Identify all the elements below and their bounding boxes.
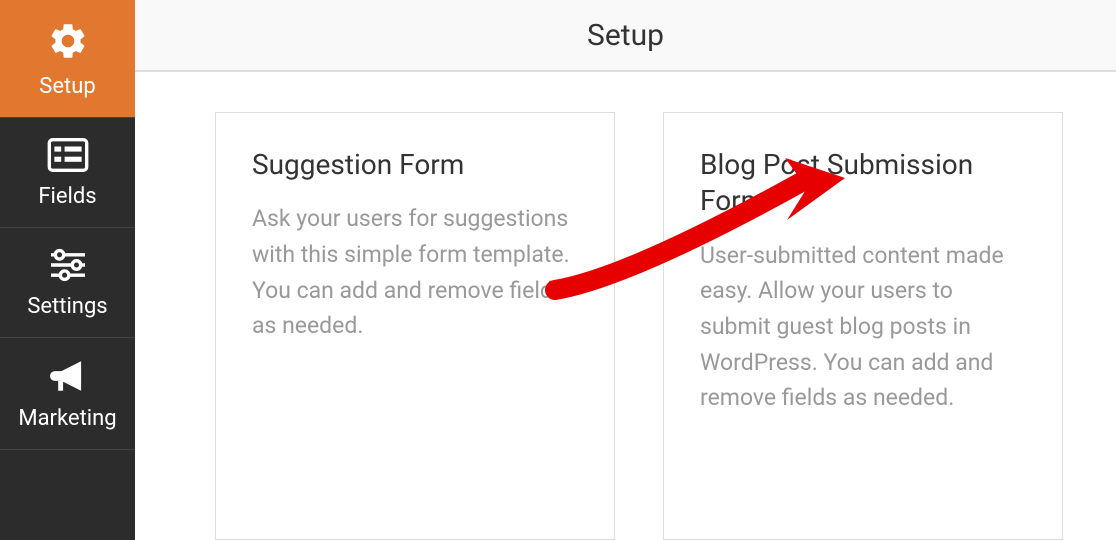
template-card-blog-post-submission-form[interactable]: Blog Post Submission Form User-submitted… bbox=[663, 112, 1063, 540]
sidebar-item-label: Fields bbox=[38, 184, 96, 209]
sidebar-item-fields[interactable]: Fields bbox=[0, 118, 135, 228]
app-root: Setup Fields Settings Marketing Setup bbox=[0, 0, 1116, 540]
sidebar: Setup Fields Settings Marketing bbox=[0, 0, 135, 540]
template-card-title: Blog Post Submission Form bbox=[700, 147, 1026, 220]
bullhorn-icon bbox=[47, 358, 89, 398]
main-area: Setup Suggestion Form Ask your users for… bbox=[135, 0, 1116, 540]
template-grid: Suggestion Form Ask your users for sugge… bbox=[135, 72, 1116, 540]
template-card-description: Ask your users for suggestions with this… bbox=[252, 201, 578, 344]
page-header: Setup bbox=[135, 0, 1116, 72]
sliders-icon bbox=[47, 248, 89, 286]
sidebar-item-label: Marketing bbox=[18, 406, 116, 431]
template-card-title: Suggestion Form bbox=[252, 147, 578, 183]
page-title: Setup bbox=[587, 18, 664, 53]
sidebar-item-settings[interactable]: Settings bbox=[0, 228, 135, 338]
template-card-suggestion-form[interactable]: Suggestion Form Ask your users for sugge… bbox=[215, 112, 615, 540]
template-card-description: User-submitted content made easy. Allow … bbox=[700, 238, 1026, 416]
sidebar-item-label: Settings bbox=[27, 294, 107, 319]
sidebar-item-setup[interactable]: Setup bbox=[0, 0, 135, 118]
list-icon bbox=[47, 138, 89, 176]
gear-icon bbox=[47, 20, 89, 66]
sidebar-item-label: Setup bbox=[39, 74, 95, 99]
sidebar-item-marketing[interactable]: Marketing bbox=[0, 338, 135, 450]
